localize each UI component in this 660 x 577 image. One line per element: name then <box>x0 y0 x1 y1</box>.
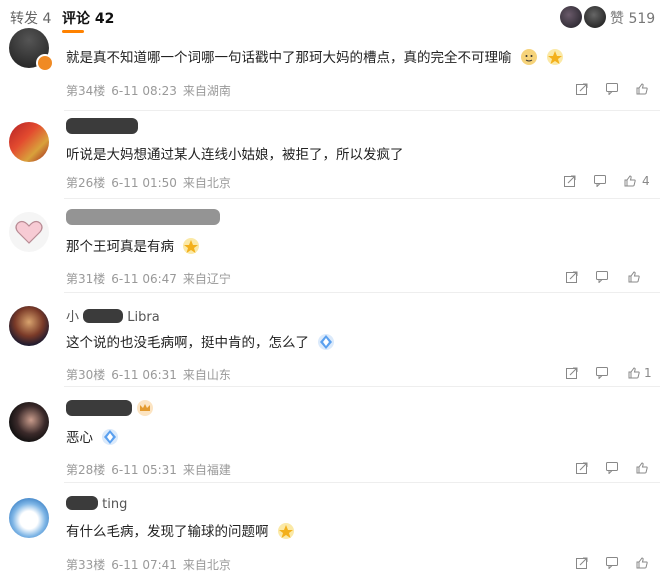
reply-icon[interactable] <box>606 557 618 569</box>
comment-date: 6-11 06:31 <box>111 368 177 382</box>
share-icon[interactable] <box>576 462 588 474</box>
like-count: 4 <box>642 174 650 188</box>
comment-location: 来自北京 <box>182 176 231 190</box>
avatar[interactable] <box>9 498 49 538</box>
thumbs-up-icon[interactable] <box>636 462 648 474</box>
comment-item: 小 Libra 这个说的也没毛病啊，挺中肯的，怎么了 第30楼 6-11 06:3… <box>0 294 660 386</box>
comment-text: 就是真不知道哪一个词哪一句话戳中了那珂大妈的槽点，真的完全不可理喻 <box>66 46 564 66</box>
liker-avatar[interactable] <box>584 6 606 28</box>
comment-text: 有什么毛病，发现了输球的问题啊 <box>66 520 295 540</box>
comment-location: 来自福建 <box>182 463 231 477</box>
thumbs-up-icon[interactable] <box>628 271 640 283</box>
divider <box>64 292 660 293</box>
username-redacted <box>66 209 220 225</box>
share-icon[interactable] <box>576 557 588 569</box>
comment-item: 恶心 第28楼 6-11 05:31 来自福建 <box>0 388 660 482</box>
active-tab-indicator <box>62 30 84 33</box>
comment-meta: 第31楼 6-11 06:47 来自辽宁 <box>66 270 237 287</box>
username-redacted <box>66 400 132 416</box>
comment-text: 这个说的也没毛病啊，挺中肯的，怎么了 <box>66 331 335 351</box>
share-icon[interactable] <box>566 271 578 283</box>
divider <box>64 386 660 387</box>
comment-date: 6-11 06:47 <box>111 272 177 286</box>
dog-emoji-icon <box>520 49 537 65</box>
likes-count[interactable]: 赞 519 <box>610 8 655 28</box>
comment-date: 6-11 01:50 <box>111 176 177 190</box>
username-redacted <box>66 118 138 134</box>
gold-fan-badge-icon <box>277 523 294 539</box>
comment-location: 来自山东 <box>182 368 231 382</box>
heart-icon <box>15 220 43 244</box>
avatar[interactable] <box>9 402 49 442</box>
username[interactable]: 小 Libra <box>66 306 160 325</box>
comment-location: 来自湖南 <box>182 84 231 98</box>
share-icon[interactable] <box>566 367 578 379</box>
thumbs-up-icon[interactable] <box>636 557 648 569</box>
verified-badge-icon <box>36 54 54 72</box>
gold-fan-badge-icon <box>183 238 200 254</box>
blue-diamond-badge-icon <box>102 429 119 445</box>
divider <box>64 110 660 111</box>
comment-text: 那个王珂真是有病 <box>66 235 200 255</box>
share-icon[interactable] <box>576 83 588 95</box>
reply-icon[interactable] <box>596 367 608 379</box>
reply-icon[interactable] <box>596 271 608 283</box>
floor-number: 第31楼 <box>66 272 106 286</box>
blue-diamond-badge-icon <box>318 334 335 350</box>
comment-date: 6-11 05:31 <box>111 463 177 477</box>
comment-item: 那个王珂真是有病 第31楼 6-11 06:47 来自辽宁 <box>0 200 660 292</box>
avatar[interactable] <box>9 212 49 252</box>
comment-tabs-bar: 转发 4 评论 42 赞 519 <box>0 0 660 34</box>
thumbs-up-icon[interactable] <box>636 83 648 95</box>
comment-item: 听说是大妈想通过某人连线小姑娘，被拒了，所以发疯了 第26楼 6-11 01:50… <box>0 112 660 200</box>
tab-comments[interactable]: 评论 42 <box>62 8 114 28</box>
gold-fan-badge-icon <box>547 49 564 65</box>
comment-text: 听说是大妈想通过某人连线小姑娘，被拒了，所以发疯了 <box>66 147 404 163</box>
reply-icon[interactable] <box>606 83 618 95</box>
divider <box>64 482 660 483</box>
liker-avatar[interactable] <box>560 6 582 28</box>
reply-icon[interactable] <box>606 462 618 474</box>
tab-repost[interactable]: 转发 4 <box>10 8 51 28</box>
thumbs-up-icon[interactable] <box>624 175 636 187</box>
avatar[interactable] <box>9 306 49 346</box>
thumbs-up-icon[interactable] <box>628 367 640 379</box>
comment-meta: 第28楼 6-11 05:31 来自福建 <box>66 461 237 478</box>
comment-text: 恶心 <box>66 426 119 446</box>
username[interactable]: ting <box>66 496 127 512</box>
divider <box>64 198 660 199</box>
comment-date: 6-11 07:41 <box>111 558 177 572</box>
comment-location: 来自辽宁 <box>182 272 231 286</box>
like-count: 1 <box>644 366 652 380</box>
floor-number: 第34楼 <box>66 84 106 98</box>
avatar[interactable] <box>9 122 49 162</box>
comment-meta: 第26楼 6-11 01:50 来自北京 <box>66 174 237 191</box>
crown-badge-icon <box>137 400 153 416</box>
comment-date: 6-11 08:23 <box>111 84 177 98</box>
floor-number: 第30楼 <box>66 368 106 382</box>
comment-meta: 第34楼 6-11 08:23 来自湖南 <box>66 82 237 99</box>
username-redacted <box>83 309 124 323</box>
comment-meta: 第33楼 6-11 07:41 来自北京 <box>66 556 237 573</box>
comment-location: 来自北京 <box>182 558 231 572</box>
comment-item: 就是真不知道哪一个词哪一句话戳中了那珂大妈的槽点，真的完全不可理喻 第34楼 6-… <box>0 28 660 110</box>
reply-icon[interactable] <box>594 175 606 187</box>
comment-meta: 第30楼 6-11 06:31 来自山东 <box>66 366 237 383</box>
username-redacted <box>66 496 98 510</box>
floor-number: 第26楼 <box>66 176 106 190</box>
floor-number: 第33楼 <box>66 558 106 572</box>
comment-item: ting 有什么毛病，发现了输球的问题啊 第33楼 6-11 07:41 来自北京 <box>0 484 660 577</box>
floor-number: 第28楼 <box>66 463 106 477</box>
share-icon[interactable] <box>564 175 576 187</box>
